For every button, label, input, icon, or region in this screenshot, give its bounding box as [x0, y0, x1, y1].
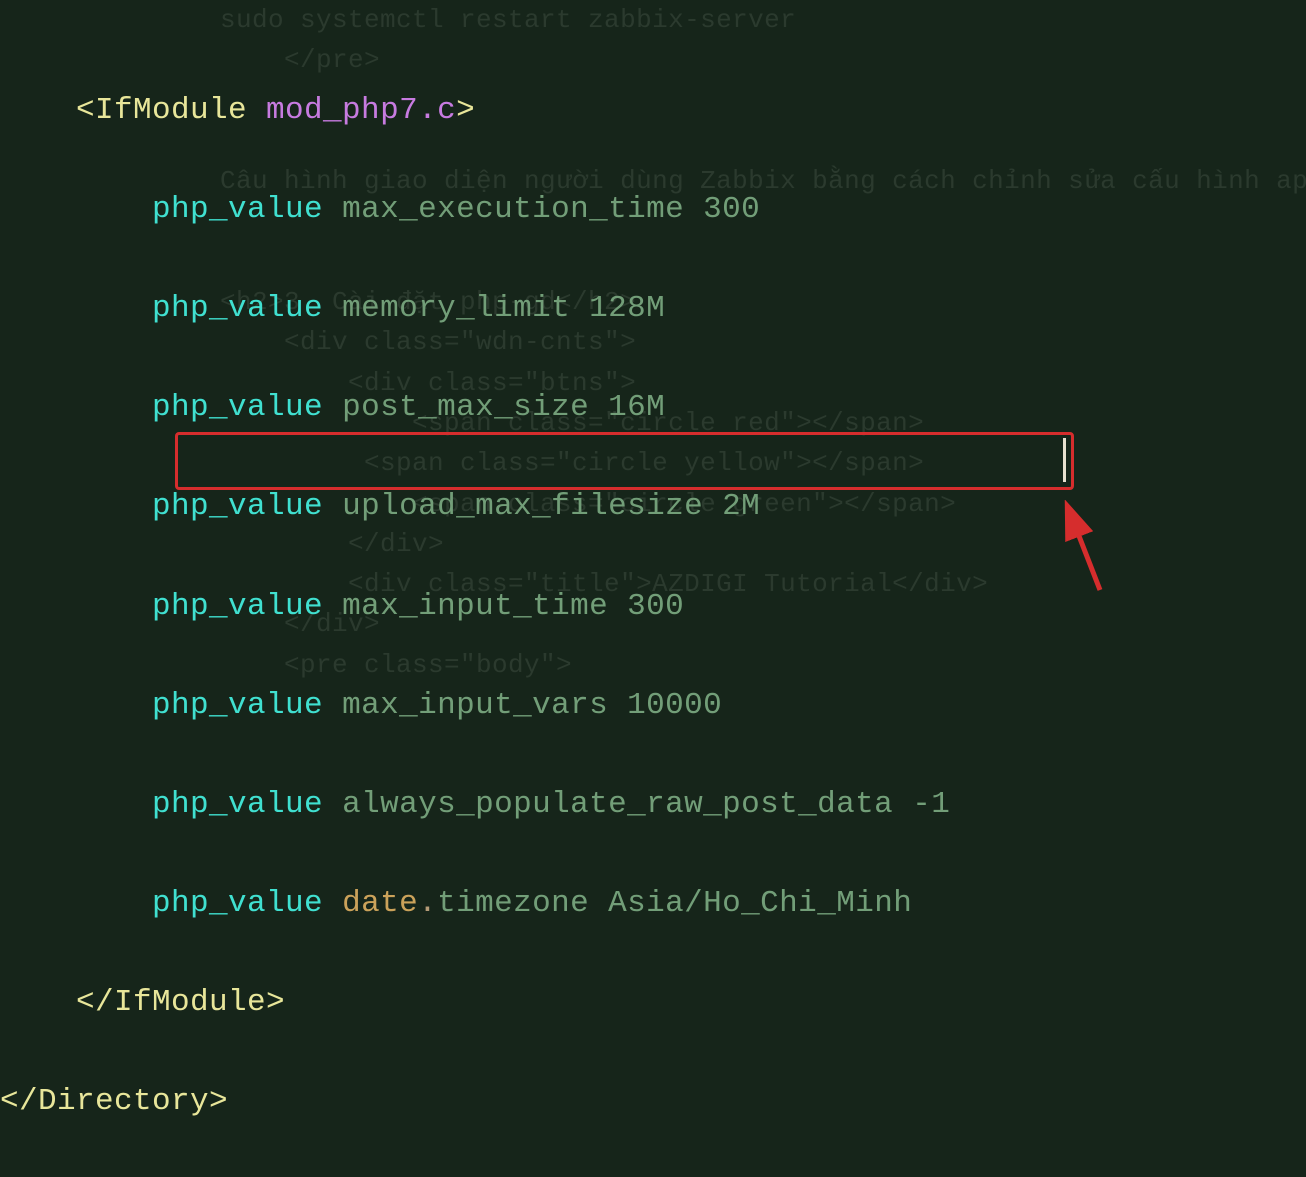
code-block: <IfModule mod_php7.c> php_value max_exec…: [0, 36, 1306, 1177]
ifmodule-close: </IfModule>: [0, 978, 1306, 1028]
php-value-line-3: php_value post_max_size 16M: [0, 383, 1306, 433]
php-value-line-6: php_value max_input_vars 10000: [0, 681, 1306, 731]
php-value-line-8-highlighted: php_value date.timezone Asia/Ho_Chi_Minh: [0, 879, 1306, 929]
php-value-line-1: php_value max_execution_time 300: [0, 185, 1306, 235]
php-value-line-5: php_value max_input_time 300: [0, 582, 1306, 632]
php-value-line-7: php_value always_populate_raw_post_data …: [0, 780, 1306, 830]
php-value-line-2: php_value memory_limit 128M: [0, 284, 1306, 334]
php-value-line-4: php_value upload_max_filesize 2M: [0, 482, 1306, 532]
ifmodule-open: <IfModule mod_php7.c>: [0, 86, 1306, 136]
directory-close: </Directory>: [0, 1077, 1306, 1127]
text-cursor: [1063, 438, 1066, 482]
